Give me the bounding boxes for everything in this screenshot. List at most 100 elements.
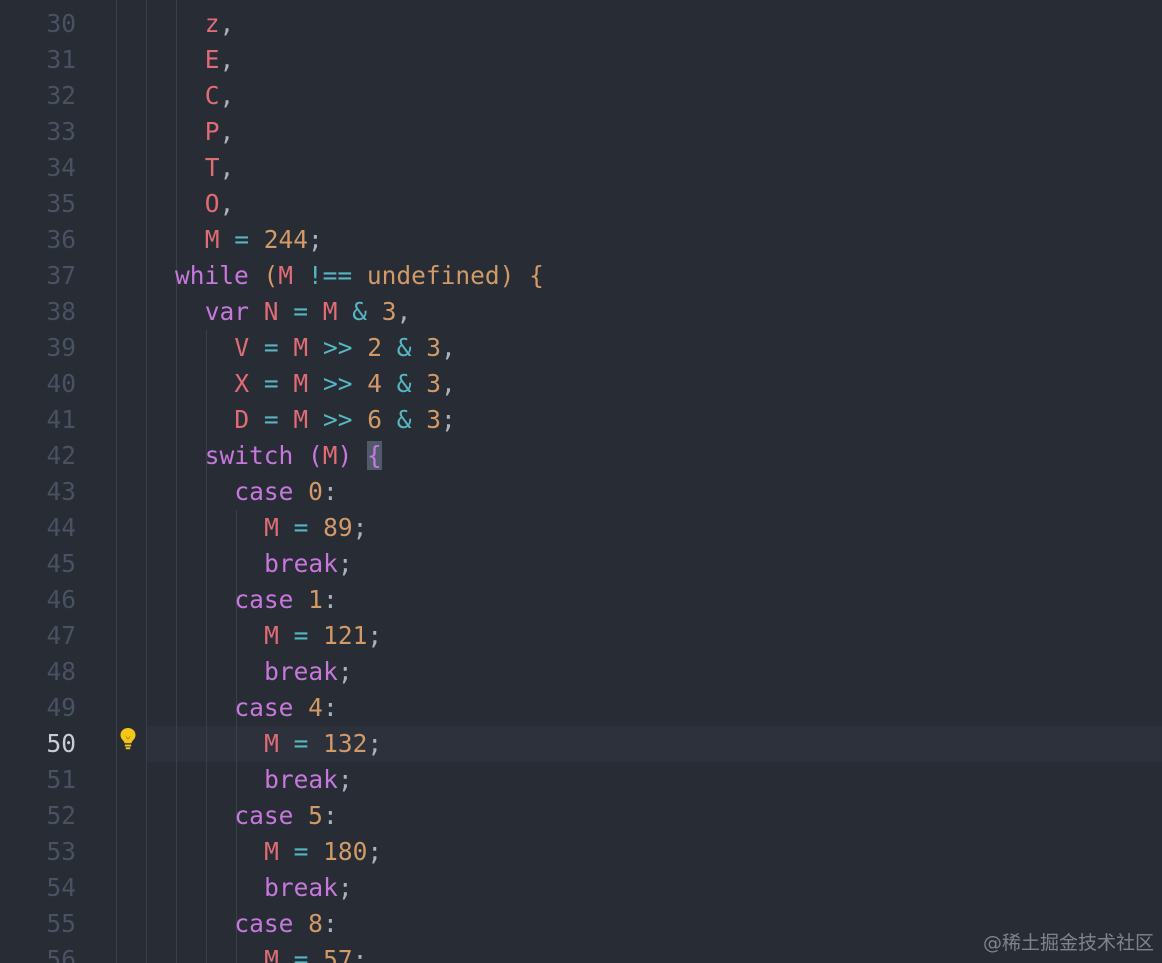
code-line[interactable]: 48 break; (0, 654, 1162, 690)
code-token: break (264, 549, 338, 578)
indent-guide (116, 0, 117, 963)
code-token: , (219, 9, 235, 38)
code-line[interactable]: 33 P, (0, 114, 1162, 150)
code-text[interactable]: O, (205, 186, 235, 222)
line-number: 37 (46, 261, 76, 290)
code-line[interactable]: 44 M = 89; (0, 510, 1162, 546)
code-line[interactable]: 38 var N = M & 3, (0, 294, 1162, 330)
code-line[interactable]: 43 case 0: (0, 474, 1162, 510)
code-token: 3 (426, 405, 441, 434)
code-token: M (204, 225, 220, 254)
line-number: 50 (46, 729, 76, 758)
line-number: 49 (46, 693, 76, 722)
line-number: 55 (46, 909, 76, 938)
code-line[interactable]: 51 break; (0, 762, 1162, 798)
code-line[interactable]: 42 switch (M) { (0, 438, 1162, 474)
code-text[interactable]: break; (264, 870, 353, 906)
code-token: 2 (367, 333, 382, 362)
code-token: V (234, 333, 250, 362)
code-line[interactable]: 49 case 4: (0, 690, 1162, 726)
code-token: switch (204, 441, 294, 470)
code-text[interactable]: M = 89; (264, 510, 367, 546)
code-token: , (219, 45, 235, 74)
code-text[interactable]: P, (205, 114, 235, 150)
code-token: , (441, 333, 456, 362)
code-line[interactable]: 32 C, (0, 78, 1162, 114)
code-token: var (204, 297, 249, 326)
code-token: & (381, 333, 427, 362)
code-token: case (234, 801, 294, 830)
code-text[interactable]: break; (264, 654, 353, 690)
line-number: 40 (46, 369, 76, 398)
code-token: , (396, 297, 412, 326)
code-token: : (322, 909, 338, 938)
code-text[interactable]: case 1: (234, 582, 337, 618)
code-text[interactable]: D = M >> 6 & 3; (234, 402, 455, 438)
code-line[interactable]: 35 O, (0, 186, 1162, 222)
code-token: & (337, 297, 382, 326)
code-line[interactable]: 45 break; (0, 546, 1162, 582)
code-text[interactable]: M = 57; (264, 942, 367, 963)
code-text[interactable]: switch (M) { (205, 438, 382, 474)
code-line[interactable]: 39 V = M >> 2 & 3, (0, 330, 1162, 366)
code-line[interactable]: 41 D = M >> 6 & 3; (0, 402, 1162, 438)
code-text[interactable]: case 8: (234, 906, 337, 942)
code-token: >> (308, 333, 368, 362)
code-token: & (381, 405, 427, 434)
code-token: : (322, 477, 338, 506)
code-text[interactable]: X = M >> 4 & 3, (234, 366, 455, 402)
code-line[interactable]: 36 M = 244; (0, 222, 1162, 258)
code-token: O (204, 189, 220, 218)
code-line[interactable]: 40 X = M >> 4 & 3, (0, 366, 1162, 402)
code-text[interactable]: while (M !== undefined) { (175, 258, 544, 294)
code-token: M (264, 621, 279, 650)
code-text[interactable]: z, (205, 6, 235, 42)
line-number: 54 (46, 873, 76, 902)
code-text[interactable]: V = M >> 2 & 3, (234, 330, 455, 366)
code-token: N (263, 297, 279, 326)
code-text[interactable]: M = 132; (264, 726, 382, 762)
code-token: = (278, 729, 324, 758)
code-line[interactable]: 50 M = 132; (0, 726, 1162, 762)
code-editor[interactable]: 30 z, 31 E, 32 C, 33 P, 34 T, 35 O, 36 M = 244; 37 whil… (0, 0, 1162, 963)
code-line[interactable]: 30 z, (0, 6, 1162, 42)
code-text[interactable]: case 0: (234, 474, 337, 510)
code-text[interactable]: E, (205, 42, 235, 78)
code-line[interactable]: 31 E, (0, 42, 1162, 78)
code-line[interactable]: 46 case 1: (0, 582, 1162, 618)
code-text[interactable]: C, (205, 78, 235, 114)
code-text[interactable]: break; (264, 762, 353, 798)
code-line[interactable]: 47 M = 121; (0, 618, 1162, 654)
code-line[interactable]: 54 break; (0, 870, 1162, 906)
code-token: M (264, 729, 279, 758)
line-number: 43 (46, 477, 76, 506)
code-text[interactable]: M = 121; (264, 618, 382, 654)
code-text[interactable]: M = 244; (205, 222, 323, 258)
code-text[interactable]: case 5: (234, 798, 337, 834)
code-text[interactable]: T, (205, 150, 235, 186)
code-line[interactable]: 53 M = 180; (0, 834, 1162, 870)
code-text[interactable]: break; (264, 546, 353, 582)
code-token: D (234, 405, 250, 434)
line-number: 44 (46, 513, 76, 542)
code-line[interactable]: 52 case 5: (0, 798, 1162, 834)
code-line[interactable]: 34 T, (0, 150, 1162, 186)
line-number: 52 (46, 801, 76, 830)
code-text[interactable]: M = 180; (264, 834, 382, 870)
code-token: M (293, 405, 309, 434)
code-token: = (278, 297, 323, 326)
code-token: ; (352, 945, 368, 963)
line-number: 53 (46, 837, 76, 866)
code-token: z (204, 9, 220, 38)
code-token: { (529, 261, 544, 290)
code-text[interactable]: case 4: (234, 690, 337, 726)
code-token: undefined (366, 261, 500, 290)
code-line[interactable]: 37 while (M !== undefined) { (0, 258, 1162, 294)
lightbulb-icon[interactable] (119, 727, 137, 751)
code-token: 89 (323, 513, 353, 542)
code-token: 8 (308, 909, 323, 938)
code-token: 132 (323, 729, 368, 758)
code-text[interactable]: var N = M & 3, (205, 294, 412, 330)
line-number: 51 (46, 765, 76, 794)
